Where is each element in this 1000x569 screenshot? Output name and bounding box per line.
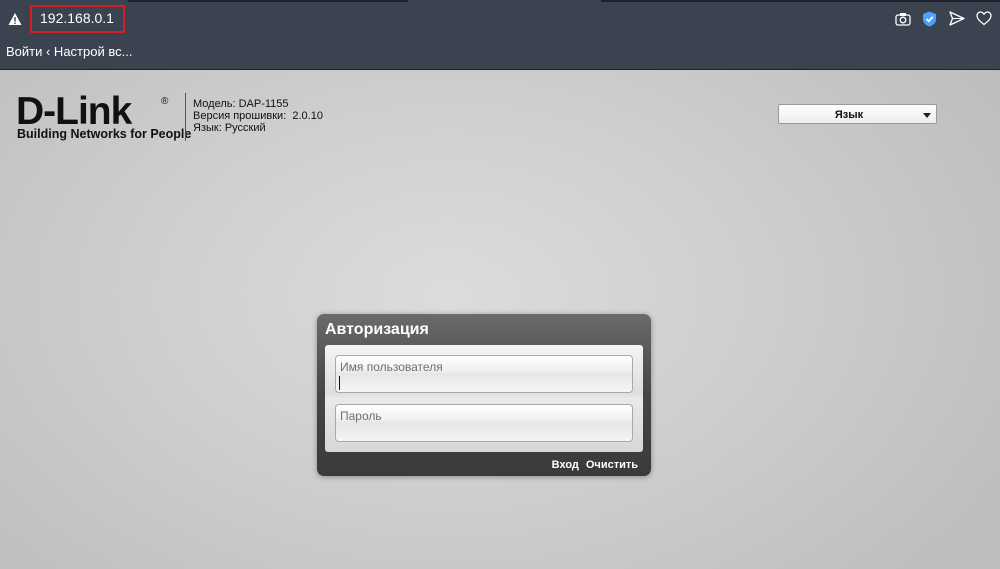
model-label: Модель: DAP-1155 [193, 98, 289, 110]
shield-icon[interactable] [921, 10, 938, 27]
camera-icon[interactable] [894, 10, 911, 27]
language-label: Язык: Русский [193, 122, 266, 134]
username-placeholder: Имя пользователя [340, 360, 443, 374]
login-button[interactable]: Вход [552, 459, 579, 471]
logo-tagline: Building Networks for People [17, 127, 192, 141]
chevron-down-icon [923, 113, 931, 118]
auth-title: Авторизация [325, 321, 429, 338]
heart-icon[interactable] [975, 10, 992, 27]
clear-button[interactable]: Очистить [586, 459, 638, 471]
firmware-label: Версия прошивки: 2.0.10 [193, 110, 323, 122]
router-page: D-Link ® Building Networks for People Мо… [0, 70, 1000, 569]
language-select-value: Язык [834, 109, 864, 121]
auth-form: Имя пользователя Пароль [325, 345, 643, 452]
toolbar-icons [894, 10, 992, 27]
tab-strip [0, 0, 1000, 2]
bookmark-item[interactable]: Войти ‹ Настрой вс... [6, 44, 132, 59]
username-input[interactable]: Имя пользователя [335, 355, 633, 393]
logo-registered-mark: ® [161, 96, 169, 107]
auth-actions: Вход Очистить [552, 459, 638, 471]
browser-toolbar: 192.168.0.1 Войти ‹ Настрой вс... [0, 0, 1000, 70]
warning-icon[interactable] [8, 12, 22, 26]
password-placeholder: Пароль [340, 409, 382, 423]
device-info: Модель: DAP-1155 Версия прошивки: 2.0.10… [193, 98, 323, 134]
password-input[interactable]: Пароль [335, 404, 633, 442]
header-divider [185, 93, 186, 141]
auth-dialog: Авторизация Имя пользователя Пароль Вход… [317, 314, 651, 476]
language-select[interactable]: Язык [778, 104, 937, 124]
send-icon[interactable] [948, 10, 965, 27]
logo-brand: D-Link [16, 90, 132, 133]
address-bar-url[interactable]: 192.168.0.1 [40, 10, 114, 26]
text-caret [339, 376, 340, 390]
dlink-logo: D-Link ® Building Networks for People [16, 90, 191, 144]
